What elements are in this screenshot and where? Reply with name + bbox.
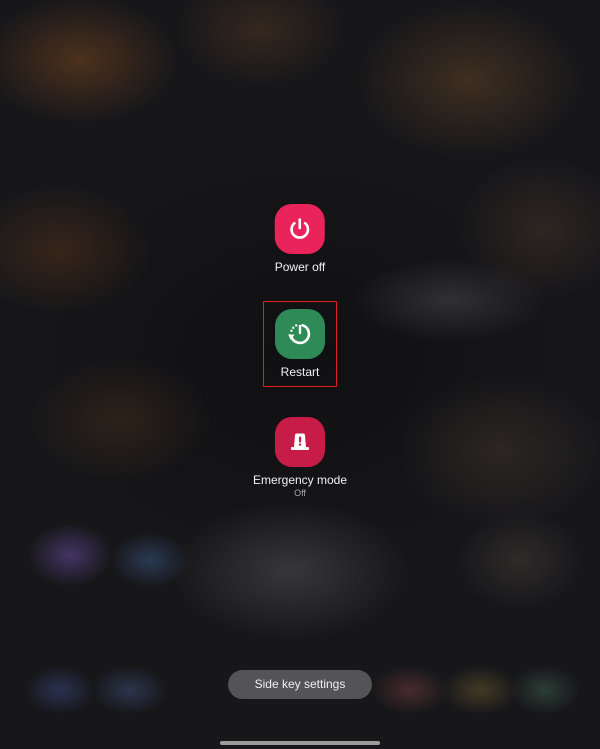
restart-icon	[275, 309, 325, 359]
power-off-label: Power off	[274, 260, 326, 274]
emergency-mode-button[interactable]: Emergency mode Off	[253, 417, 347, 499]
restart-label: Restart	[280, 365, 320, 379]
power-off-button[interactable]: Power off	[275, 204, 325, 274]
power-icon	[274, 204, 325, 254]
restart-button[interactable]: Restart	[263, 301, 337, 387]
home-indicator-bar[interactable]	[220, 741, 380, 745]
power-menu-screen: Power off Restart Emergency mode Off Sid…	[0, 0, 600, 749]
emergency-mode-label: Emergency mode	[252, 473, 348, 487]
side-key-settings-button[interactable]: Side key settings	[228, 670, 372, 699]
emergency-siren-icon	[274, 417, 325, 467]
emergency-mode-status: Off	[294, 488, 306, 498]
